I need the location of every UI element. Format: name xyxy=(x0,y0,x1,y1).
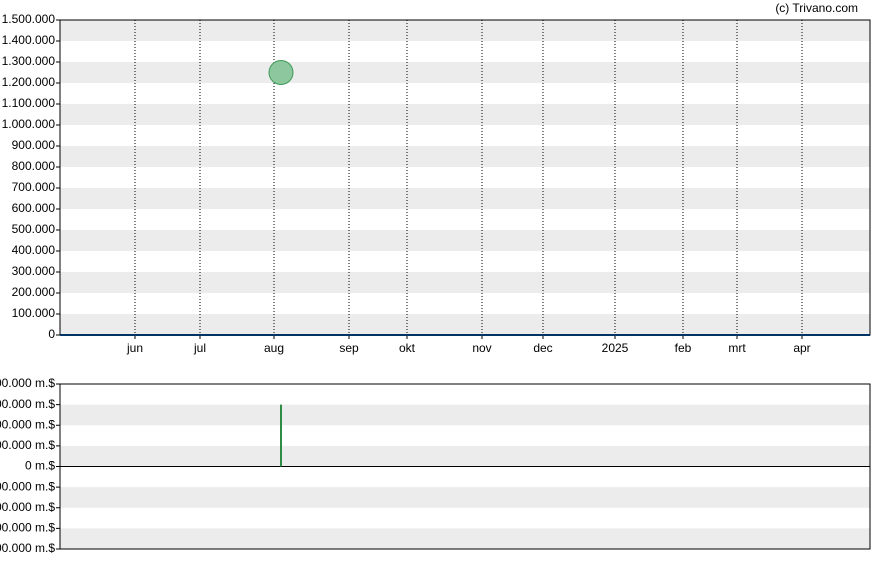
grid-band xyxy=(60,20,870,41)
volume-grid-band xyxy=(60,487,870,508)
y-tick-label: 1.400.000 xyxy=(2,33,56,47)
y-tick-label: 300.000 xyxy=(12,264,56,278)
y-tick-label: 100.000 xyxy=(12,306,56,320)
grid-band xyxy=(60,62,870,83)
y-tick-label: 200.000 xyxy=(12,285,56,299)
volume-y-tick-label: -3.000.000 m.$ xyxy=(0,521,55,535)
copyright-label: (c) Trivano.com xyxy=(775,1,858,15)
volume-y-tick-label: 0 m.$ xyxy=(25,459,55,473)
y-tick-label: 500.000 xyxy=(12,222,56,236)
x-tick-label: apr xyxy=(793,341,810,355)
y-tick-label: 900.000 xyxy=(12,138,56,152)
y-tick-label: 600.000 xyxy=(12,201,56,215)
x-tick-label: okt xyxy=(399,341,416,355)
volume-y-tick-label: -2.000.000 m.$ xyxy=(0,500,55,514)
x-tick-label: 2025 xyxy=(602,341,629,355)
data-point[interactable] xyxy=(268,60,294,85)
grid-band xyxy=(60,104,870,125)
y-tick-label: 1.300.000 xyxy=(2,54,56,68)
volume-y-tick-label: -1.000.000 m.$ xyxy=(0,479,55,493)
x-tick-label: aug xyxy=(264,341,284,355)
chart-container: (c) Trivano.com jun jul aug sep okt nov dec 202… xyxy=(0,0,888,565)
y-tick-label: 1.200.000 xyxy=(2,75,56,89)
x-tick-label: feb xyxy=(675,341,692,355)
y-tick-label: 1.100.000 xyxy=(2,96,56,110)
y-tick-label: 1.000.000 xyxy=(2,117,56,131)
x-tick-label: jul xyxy=(193,341,206,355)
grid-band xyxy=(60,188,870,209)
y-tick-label: 700.000 xyxy=(12,180,56,194)
volume-y-tick-label: 1.000.000 m.$ xyxy=(0,438,55,452)
volume-y-tick-label: -4.000.000 m.$ xyxy=(0,541,55,555)
x-tick-label: sep xyxy=(339,341,359,355)
volume-y-tick-label: 2.000.000 m.$ xyxy=(0,417,55,431)
x-tick-label: mrt xyxy=(728,341,746,355)
y-tick-label: 1.500.000 xyxy=(2,12,56,26)
y-tick-label: 800.000 xyxy=(12,159,56,173)
grid-band xyxy=(60,314,870,335)
y-tick-label: 0 xyxy=(48,327,55,341)
volume-y-tick-label: 3.000.000 m.$ xyxy=(0,397,55,411)
x-tick-label: jun xyxy=(126,341,143,355)
x-tick-label: nov xyxy=(472,341,491,355)
grid-band xyxy=(60,230,870,251)
volume-y-tick-label: 4.000.000 m.$ xyxy=(0,376,55,390)
y-tick-label: 400.000 xyxy=(12,243,56,257)
volume-grid-band xyxy=(60,528,870,549)
chart-canvas: jun jul aug sep okt nov dec 2025 feb mrt apr 0 100.0… xyxy=(0,12,871,555)
volume-grid-band xyxy=(60,404,870,426)
x-tick-label: dec xyxy=(533,341,552,355)
volume-grid-band xyxy=(60,445,870,467)
grid-band xyxy=(60,146,870,167)
grid-band xyxy=(60,272,870,293)
